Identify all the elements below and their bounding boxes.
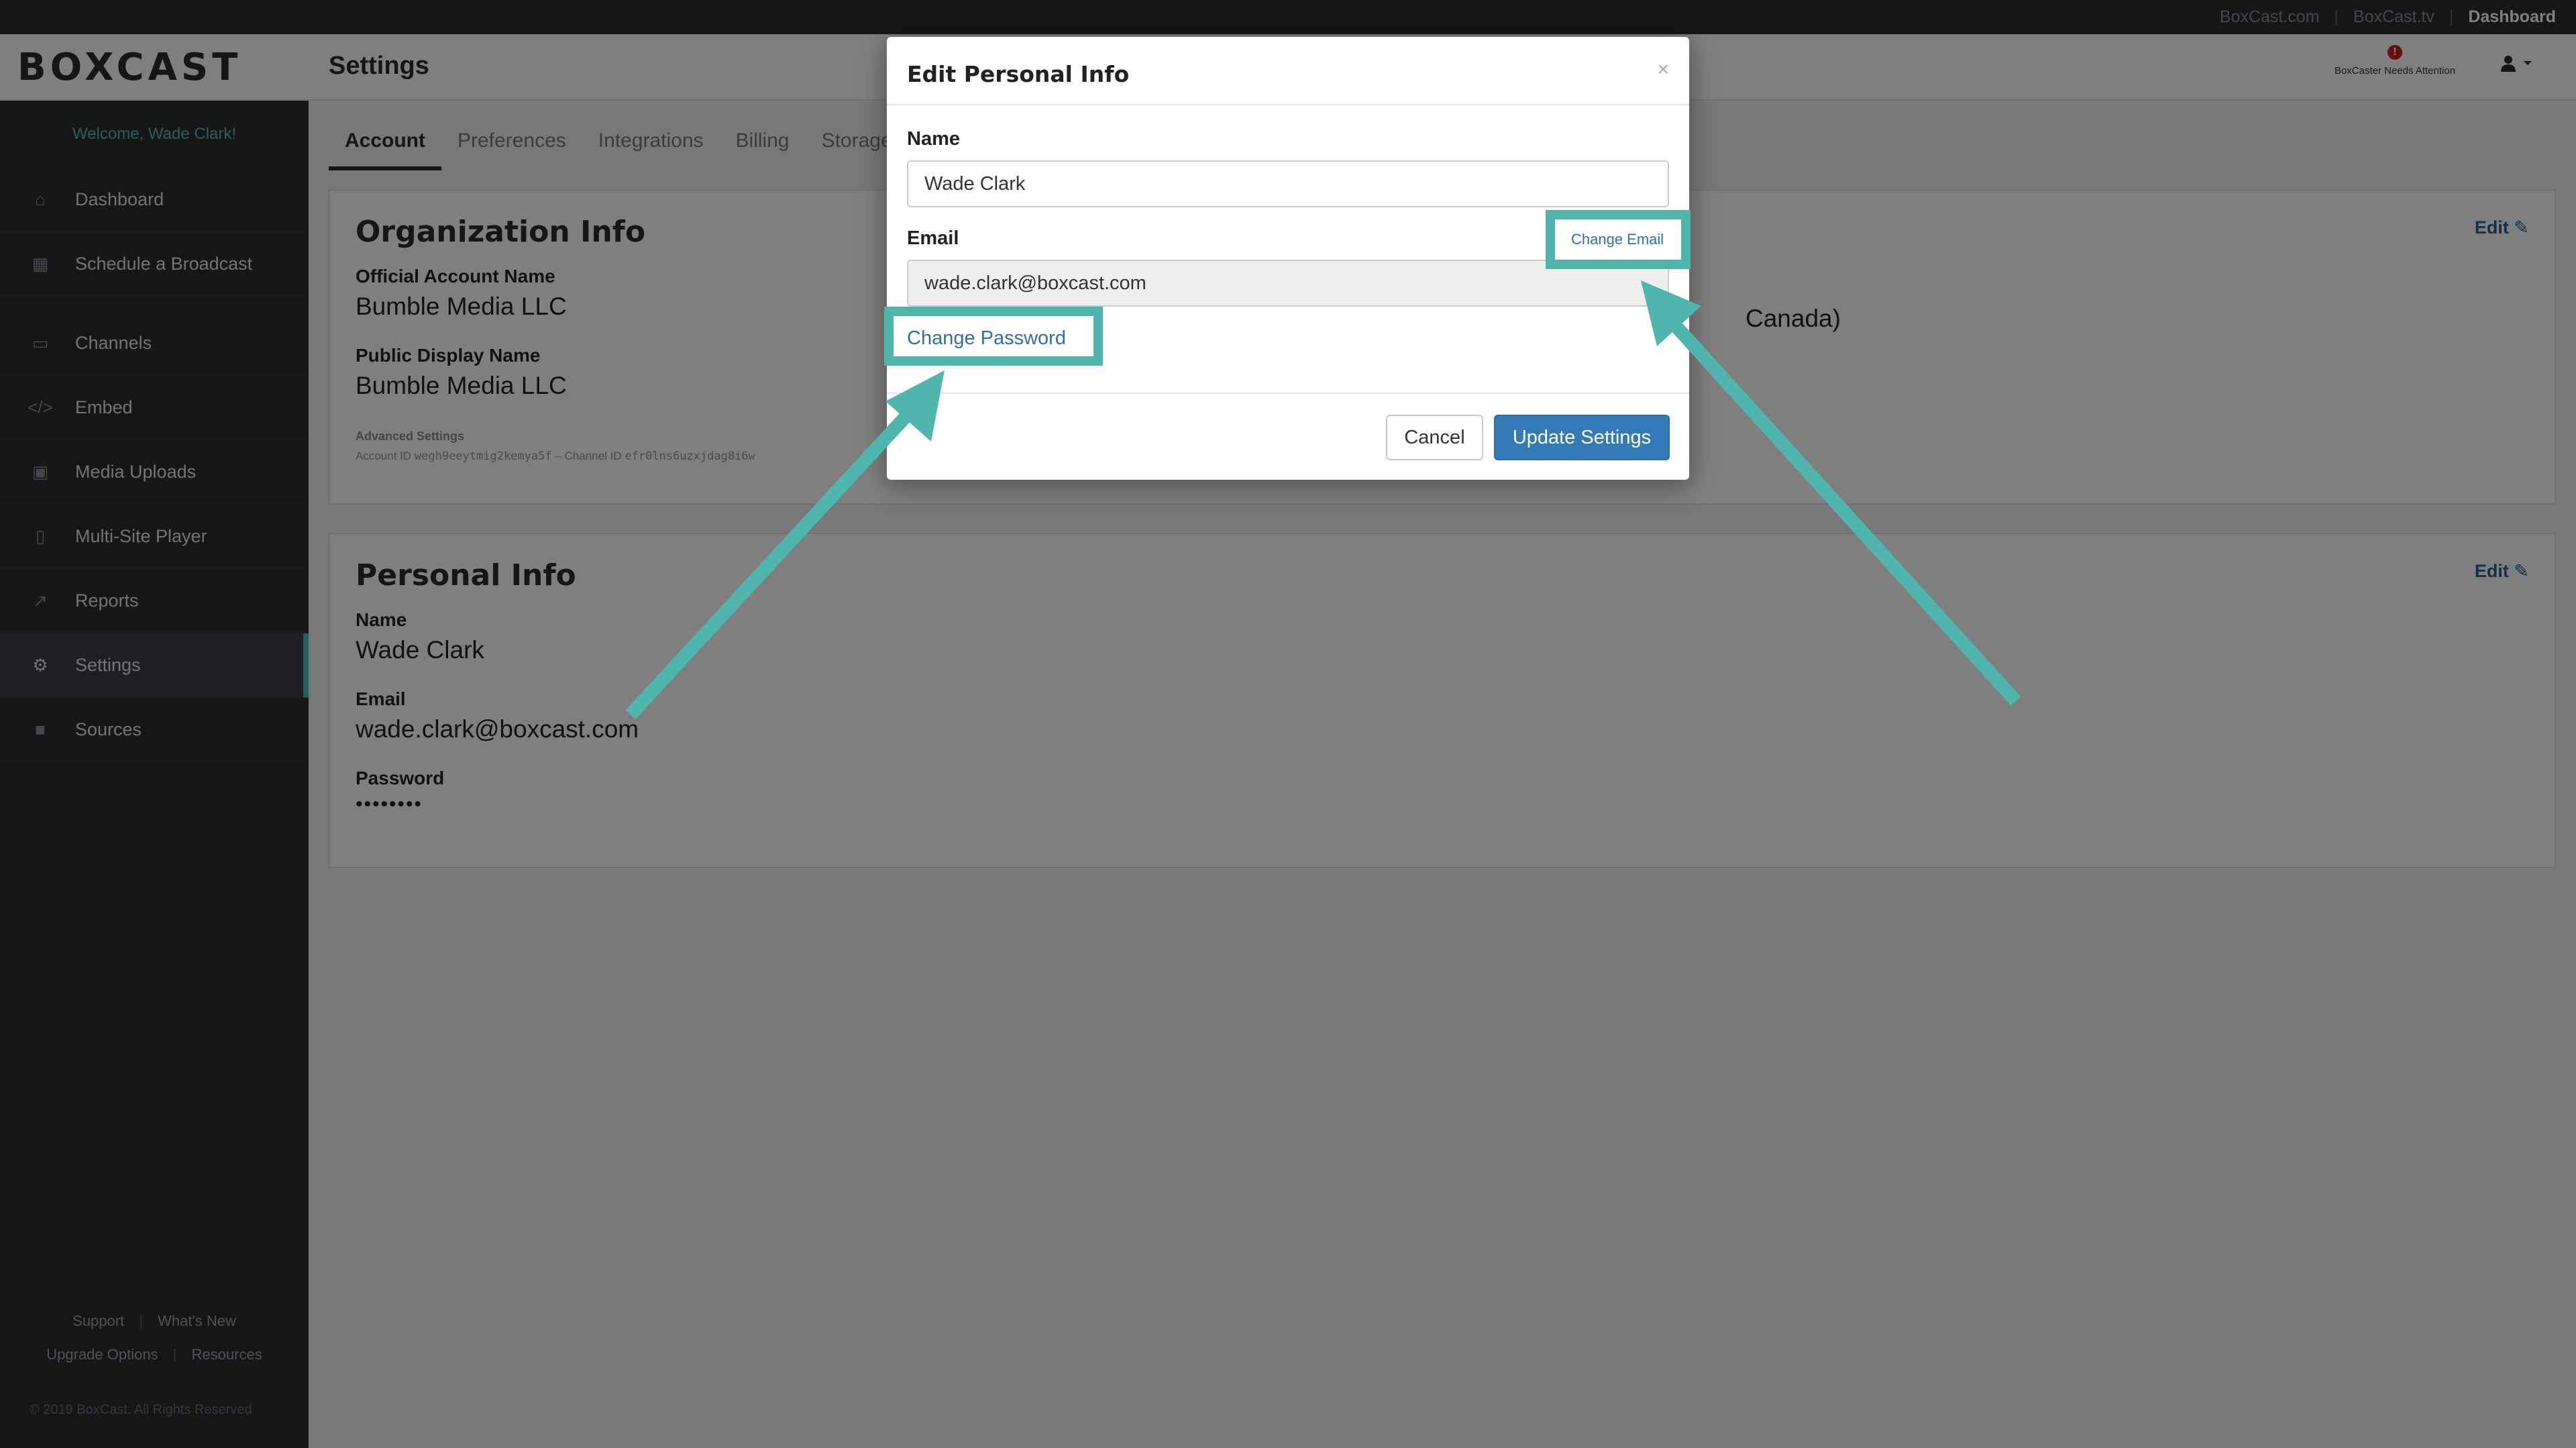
arrow-to-change-email bbox=[1641, 280, 2021, 706]
arrow-to-change-password bbox=[625, 370, 945, 719]
tutorial-arrows bbox=[625, 280, 2021, 719]
